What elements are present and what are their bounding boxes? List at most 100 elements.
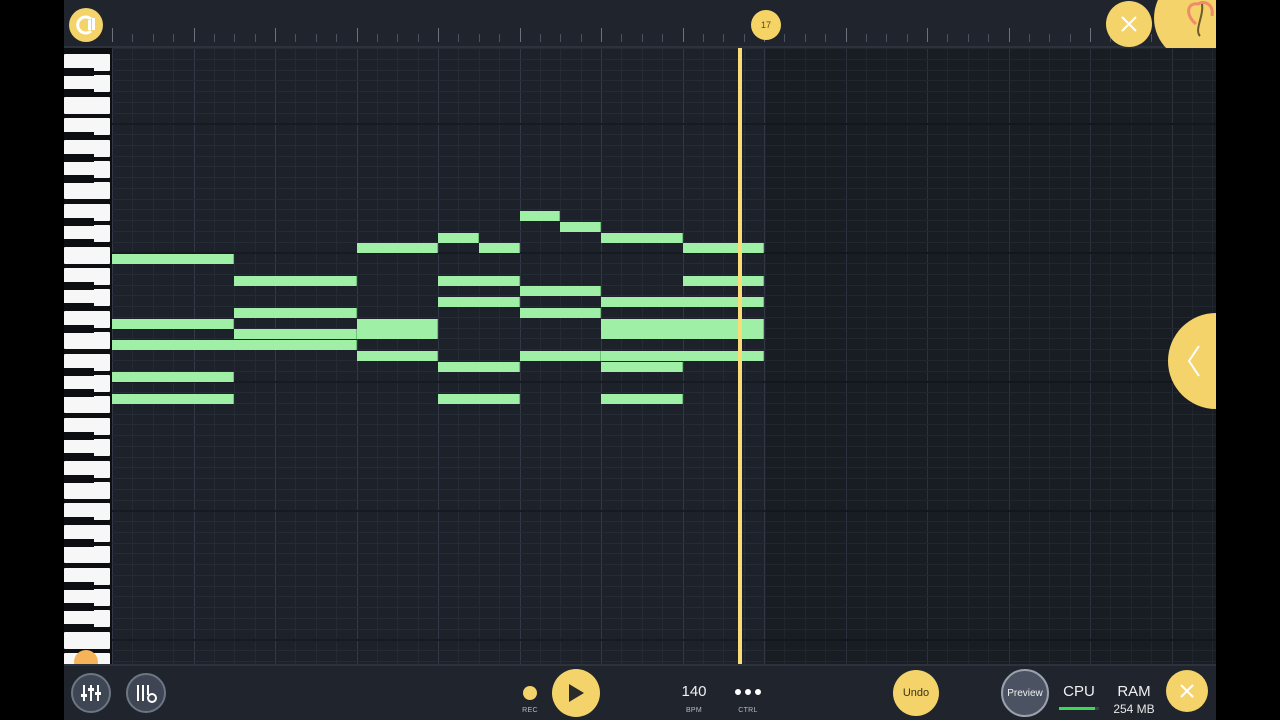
grid-vertical-line	[764, 48, 765, 664]
midi-note[interactable]	[356, 318, 438, 329]
preview-label: Preview	[1007, 687, 1043, 699]
midi-note[interactable]	[682, 243, 764, 254]
midi-note[interactable]	[234, 329, 357, 340]
playhead-position-marker[interactable]: 17	[751, 10, 781, 40]
piano-black-key[interactable]	[64, 538, 94, 547]
piano-white-key[interactable]	[64, 246, 110, 264]
midi-note[interactable]	[356, 350, 438, 361]
mixer-button[interactable]	[71, 673, 111, 713]
channel-rack-button[interactable]	[126, 673, 166, 713]
piano-black-key[interactable]	[64, 517, 94, 526]
piano-black-key[interactable]	[64, 68, 94, 76]
midi-note[interactable]	[601, 393, 683, 404]
midi-note[interactable]	[234, 307, 357, 318]
ruler-tick	[539, 34, 541, 42]
timeline-ruler[interactable]: 17	[64, 0, 1216, 62]
piano-black-key[interactable]	[64, 581, 94, 590]
piano-black-key[interactable]	[64, 431, 94, 440]
midi-note[interactable]	[112, 254, 235, 264]
midi-note[interactable]	[519, 350, 601, 361]
midi-note[interactable]	[438, 232, 479, 243]
ctrl-button[interactable]: CTRL	[732, 683, 764, 714]
tempo-control[interactable]: 140 BPM	[676, 683, 712, 714]
grid-vertical-line	[234, 48, 236, 664]
grid-vertical-line	[315, 48, 317, 664]
midi-note[interactable]	[601, 232, 683, 243]
piano-black-key[interactable]	[64, 453, 94, 462]
chevron-left-icon	[1187, 345, 1200, 377]
grid-vertical-line	[295, 48, 297, 664]
playhead-line[interactable]	[738, 48, 742, 664]
midi-note[interactable]	[560, 221, 601, 232]
piano-black-key[interactable]	[64, 474, 94, 483]
piano-black-key[interactable]	[64, 324, 94, 333]
piano-white-key[interactable]	[64, 182, 110, 200]
piano-black-key[interactable]	[64, 217, 94, 226]
ruler-tick	[560, 34, 562, 42]
close-icon[interactable]	[1166, 670, 1208, 712]
piano-black-key[interactable]	[64, 282, 94, 290]
midi-note[interactable]	[438, 393, 520, 404]
record-button[interactable]: REC	[516, 683, 544, 714]
piano-black-key[interactable]	[64, 175, 94, 183]
grid-vertical-line	[173, 48, 175, 664]
ruler-tick	[356, 28, 358, 42]
ruler-tick	[886, 34, 888, 42]
midi-note[interactable]	[112, 393, 235, 404]
grid-vertical-line	[458, 48, 460, 664]
undo-button[interactable]: Undo	[893, 670, 939, 716]
piano-white-key[interactable]	[64, 546, 110, 564]
close-icon[interactable]	[1106, 1, 1152, 47]
midi-note[interactable]	[519, 286, 601, 297]
fl-studio-logo-icon[interactable]	[69, 8, 103, 42]
midi-note[interactable]	[234, 275, 357, 286]
grid-vertical-line	[438, 48, 439, 664]
grid-vertical-line	[213, 48, 215, 664]
play-button[interactable]	[552, 669, 600, 717]
undo-label: Undo	[902, 687, 930, 699]
piano-black-key[interactable]	[64, 389, 94, 397]
note-grid[interactable]	[112, 48, 1216, 664]
piano-white-key[interactable]	[64, 332, 110, 350]
piano-white-key[interactable]	[64, 396, 110, 414]
piano-black-key[interactable]	[64, 367, 94, 376]
piano-keyboard[interactable]	[64, 48, 112, 664]
midi-note[interactable]	[112, 372, 235, 383]
ruler-tick	[580, 34, 582, 42]
midi-note[interactable]	[601, 361, 683, 372]
ruler-tick	[438, 28, 439, 42]
ruler-tick	[1008, 28, 1010, 42]
ruler-tick	[702, 34, 704, 42]
midi-note[interactable]	[478, 243, 520, 254]
piano-white-key[interactable]	[64, 631, 110, 649]
piano-white-key[interactable]	[64, 96, 110, 114]
ruler-tick	[315, 34, 317, 42]
piano-black-key[interactable]	[64, 303, 94, 312]
midi-note[interactable]	[438, 361, 520, 372]
midi-note[interactable]	[112, 340, 357, 350]
midi-note[interactable]	[438, 275, 520, 286]
ruler-tick	[723, 34, 725, 42]
ruler-tick	[152, 34, 154, 42]
midi-note[interactable]	[682, 275, 764, 286]
piano-black-key[interactable]	[64, 153, 94, 162]
piano-black-key[interactable]	[64, 603, 94, 611]
ruler-tick	[988, 34, 990, 42]
midi-note[interactable]	[438, 297, 520, 307]
piano-black-key[interactable]	[64, 132, 94, 141]
piano-white-key[interactable]	[64, 482, 110, 499]
ruler-tick	[254, 34, 256, 42]
midi-note[interactable]	[519, 211, 561, 221]
bpm-label: BPM	[685, 707, 703, 714]
midi-note[interactable]	[356, 243, 438, 254]
grid-vertical-line	[336, 48, 338, 664]
piano-black-key[interactable]	[64, 624, 94, 633]
more-dots-icon	[735, 689, 761, 695]
midi-note[interactable]	[519, 307, 601, 318]
ruler-tick	[784, 34, 786, 42]
midi-note[interactable]	[356, 329, 438, 340]
midi-note[interactable]	[112, 318, 235, 329]
piano-black-key[interactable]	[64, 239, 94, 248]
piano-black-key[interactable]	[64, 89, 94, 98]
preview-button[interactable]: Preview	[1001, 669, 1049, 717]
